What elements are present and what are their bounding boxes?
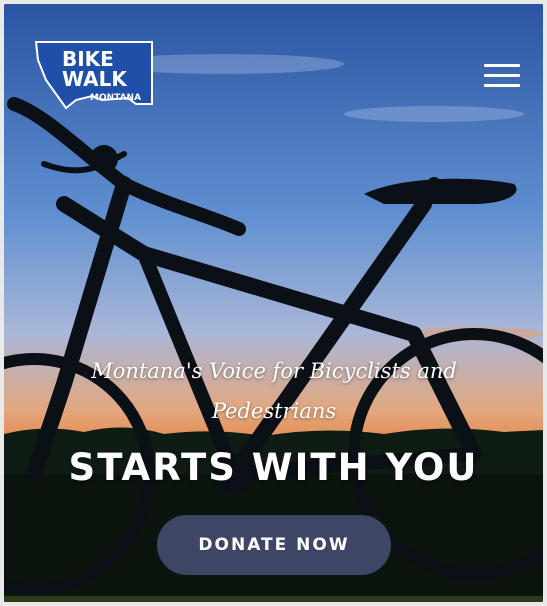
logo-line-2: WALK bbox=[62, 67, 128, 91]
hero-tagline: Montana's Voice for Bicyclists and Pedes… bbox=[44, 351, 504, 431]
menu-bar-middle bbox=[484, 74, 520, 77]
tagline-line-1: Montana's Voice for Bicyclists and bbox=[91, 359, 457, 383]
logo-line-3: MONTANA bbox=[90, 93, 141, 103]
bike-walk-montana-logo[interactable]: BIKE WALK MONTANA bbox=[32, 38, 156, 112]
donate-now-button[interactable]: DONATE NOW bbox=[157, 515, 391, 575]
hero-section: BIKE WALK MONTANA Montana's Voice for Bi… bbox=[4, 4, 543, 602]
menu-bar-top bbox=[484, 64, 520, 67]
hamburger-menu-icon[interactable] bbox=[484, 62, 520, 92]
tagline-line-2: Pedestrians bbox=[211, 399, 337, 423]
menu-bar-bottom bbox=[484, 84, 520, 87]
hero-headline: STARTS WITH YOU bbox=[68, 446, 479, 489]
